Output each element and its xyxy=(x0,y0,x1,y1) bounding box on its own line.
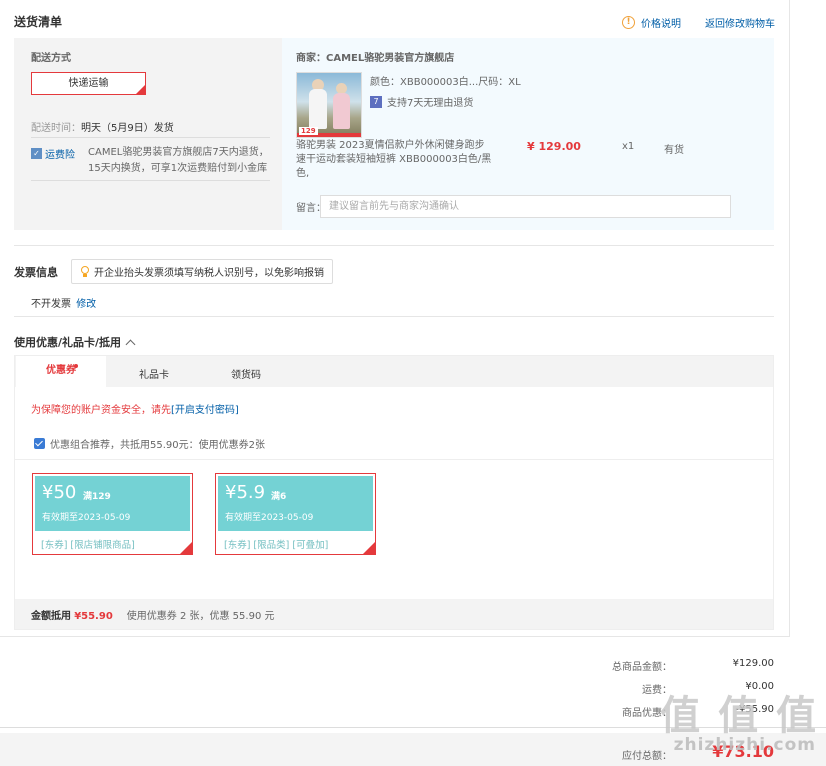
invoice-title: 发票信息 xyxy=(14,266,58,279)
selected-corner-icon xyxy=(180,542,192,554)
coupon-tab-bar xyxy=(15,356,773,387)
goods-total-label: 总商品金额： xyxy=(612,662,672,673)
tab-coupons[interactable]: 优惠券 xyxy=(16,356,106,388)
invoice-tip: 开企业抬头发票须填写纳税人识别号，以免影响报销 xyxy=(71,259,333,284)
coupon-summary-text: 使用优惠券 2 张，优惠 55.90 元 xyxy=(126,610,275,622)
product-attributes: 颜色：XBB000003白...尺码：XL xyxy=(370,77,521,88)
goods-total-value: ¥129.00 xyxy=(732,658,774,669)
coupon-section-toggle[interactable]: 使用优惠/礼品卡/抵用 xyxy=(14,334,136,350)
message-input[interactable] xyxy=(320,195,731,218)
coupon-card[interactable]: ¥5.9 满6 有效期至2023-05-09 [东券] [限品类] [可叠加] xyxy=(215,473,376,555)
shipping-time: 配送时间：明天（5月9日）发货 xyxy=(31,119,174,134)
invoice-status: 不开发票 修改 xyxy=(31,295,96,310)
product-price: ¥ 129.00 xyxy=(527,140,581,153)
selected-corner-icon xyxy=(136,85,145,94)
shop-name: 商家：CAMEL骆驼男装官方旗舰店 xyxy=(296,53,455,64)
coupon-expiry: 有效期至2023-05-09 xyxy=(42,513,131,523)
info-warning-icon: ! xyxy=(622,16,635,29)
invoice-edit-link[interactable]: 修改 xyxy=(76,299,96,310)
coupon-section-title: 使用优惠/礼品卡/抵用 xyxy=(14,336,122,349)
tab-pickup-code[interactable]: 领货码 xyxy=(231,366,261,381)
shipping-mode-value: 快递运输 xyxy=(68,78,109,89)
divider xyxy=(31,137,270,138)
divider xyxy=(0,636,790,637)
product-image-tag: 129 xyxy=(299,127,318,135)
price-info-link[interactable]: ! 价格说明 xyxy=(622,15,681,30)
coupon-tags: [东券] [限品类] [可叠加] xyxy=(224,540,329,551)
divider xyxy=(15,459,773,460)
tab-gift-card[interactable]: 礼品卡 xyxy=(139,366,169,381)
divider xyxy=(14,316,774,317)
chevron-up-icon xyxy=(125,339,136,349)
price-info-label: 价格说明 xyxy=(641,19,681,30)
page-title: 送货清单 xyxy=(14,15,63,29)
enable-pay-password-link[interactable]: [开启支付密码] xyxy=(171,405,239,416)
watermark-url: zhizhizhi.com xyxy=(673,735,816,755)
product-image[interactable]: 129 xyxy=(296,72,362,138)
shipping-mode-label: 配送方式 xyxy=(31,53,71,64)
product-quantity: x1 xyxy=(622,141,635,152)
insurance-label: 运费险 xyxy=(45,150,75,161)
invoice-tip-text: 开企业抬头发票须填写纳税人识别号，以免影响报销 xyxy=(94,268,324,279)
shipping-time-label: 配送时间： xyxy=(31,123,81,134)
coupon-recommend-text: 优惠组合推荐，共抵用55.90元：使用优惠券2张 xyxy=(50,440,265,451)
shipping-time-value: 明天（5月9日）发货 xyxy=(81,123,174,134)
back-to-cart-link[interactable]: 返回修改购物车 xyxy=(705,15,775,30)
security-warning: 为保障您的账户资金安全，请先[开启支付密码] xyxy=(31,401,239,416)
divider xyxy=(31,180,270,181)
coupon-condition: 满129 xyxy=(83,492,111,502)
coupon-tags: [东券] [限店铺限商品] xyxy=(41,540,135,551)
shipping-mode-option[interactable]: 快递运输 xyxy=(31,72,146,95)
insurance-icon: ✓ xyxy=(31,148,42,159)
freight-insurance[interactable]: ✓ 运费险 xyxy=(31,146,75,161)
selected-corner-icon xyxy=(363,542,375,554)
return-policy: 7 支持7天无理由退货 xyxy=(370,94,473,109)
coupon-summary-label: 金额抵用 ¥55.90 xyxy=(31,610,113,622)
coupon-amount: ¥5.9 xyxy=(225,482,266,503)
product-name[interactable]: 骆驼男装 2023夏情侣款户外休闲健身跑步速干运动套装短袖短裤 XBB00000… xyxy=(296,139,494,181)
insurance-text: CAMEL骆驼男装官方旗舰店7天内退货，15天内换货，可享1次运费赔付到小金库 xyxy=(88,147,269,174)
security-warning-text: 为保障您的账户资金安全，请先 xyxy=(31,405,171,416)
lightbulb-icon xyxy=(80,265,90,278)
return-policy-icon: 7 xyxy=(370,95,382,108)
checkbox-checked-icon xyxy=(34,438,45,449)
coupon-recommend-checkbox[interactable]: 优惠组合推荐，共抵用55.90元：使用优惠券2张 xyxy=(34,436,265,451)
return-policy-label: 支持7天无理由退货 xyxy=(387,98,474,109)
coupon-summary: 金额抵用 ¥55.90 使用优惠券 2 张，优惠 55.90 元 xyxy=(15,599,773,629)
coupon-expiry: 有效期至2023-05-09 xyxy=(225,513,314,523)
divider xyxy=(14,245,774,246)
coupon-card[interactable]: ¥50 满129 有效期至2023-05-09 [东券] [限店铺限商品] xyxy=(32,473,193,555)
coupon-summary-amount: ¥55.90 xyxy=(74,610,113,622)
product-stock: 有货 xyxy=(664,145,684,156)
payable-total-label: 应付总额： xyxy=(622,751,672,762)
invoice-status-text: 不开发票 xyxy=(31,299,71,310)
watermark-logo: 值 值 值 xyxy=(660,693,818,739)
coupon-amount: ¥50 xyxy=(42,482,77,503)
coupon-condition: 满6 xyxy=(271,492,287,502)
tab-coupons-label: 优惠券 xyxy=(46,365,76,376)
notification-dot-icon xyxy=(74,364,78,368)
divider xyxy=(789,0,790,636)
